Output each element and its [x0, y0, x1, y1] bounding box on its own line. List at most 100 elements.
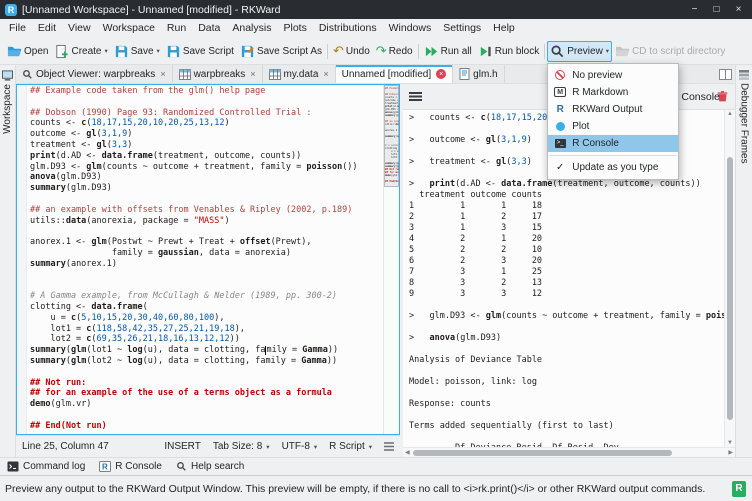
menu-analysis[interactable]: Analysis: [226, 19, 277, 38]
status-message: Preview any output to the RKWard Output …: [5, 483, 732, 495]
maximize-button[interactable]: □: [708, 4, 725, 15]
sidebar-tab-debugger-frames[interactable]: Debugger Frames: [738, 65, 751, 169]
menu-file[interactable]: File: [3, 19, 32, 38]
menu-data[interactable]: Data: [192, 19, 226, 38]
menu-workspace[interactable]: Workspace: [97, 19, 161, 38]
chevron-down-icon: ▾: [157, 47, 160, 55]
tab-my-data[interactable]: my.data ×: [263, 65, 336, 83]
tab-object-viewer-warpbreaks[interactable]: Object Viewer: warpbreaks ×: [16, 65, 173, 83]
object-viewer-icon: [22, 69, 33, 80]
editor-statusbar: Line 25, Column 47 INSERT Tab Size: 8▾ U…: [16, 435, 400, 457]
tab-warpbreaks[interactable]: warpbreaks ×: [173, 65, 263, 83]
rkward-output-icon: R: [554, 103, 566, 115]
chevron-down-icon: ▾: [266, 443, 269, 451]
tab-glm-h[interactable]: glm.h: [453, 65, 504, 83]
scroll-left-icon[interactable]: ◀: [405, 449, 410, 456]
toolview-command-log[interactable]: Command log: [7, 461, 85, 472]
scroll-up-icon[interactable]: ▲: [725, 111, 735, 117]
menu-item-update-as-you-type[interactable]: ✓ Update as you type: [548, 159, 678, 176]
tab-close-icon[interactable]: ×: [323, 69, 328, 79]
toolbar-separator: [327, 44, 328, 59]
save-script-icon: [166, 44, 181, 59]
toolview-help-search[interactable]: Help search: [176, 461, 244, 472]
open-button[interactable]: Open: [4, 41, 51, 62]
menu-edit[interactable]: Edit: [32, 19, 62, 38]
tab-label: Object Viewer: warpbreaks: [36, 69, 155, 80]
menu-distributions[interactable]: Distributions: [313, 19, 383, 38]
workspace-tab-label: Workspace: [2, 84, 13, 134]
menu-run[interactable]: Run: [161, 19, 192, 38]
scrollbar-handle[interactable]: [727, 157, 733, 420]
redo-button[interactable]: ↷ Redo: [373, 42, 416, 61]
right-dock-strip: Debugger Frames: [735, 65, 752, 457]
undo-button[interactable]: ↶ Undo: [330, 42, 373, 61]
r-engine-status-indicator: R: [732, 481, 746, 497]
sidebar-tab-workspace[interactable]: Workspace: [1, 65, 14, 139]
preview-icon: [550, 44, 565, 59]
tab-size-selector[interactable]: Tab Size: 8▾: [213, 441, 270, 452]
tab-close-icon[interactable]: ×: [250, 69, 255, 79]
menu-help[interactable]: Help: [487, 19, 521, 38]
tab-label: glm.h: [473, 69, 497, 80]
toolview-r-console[interactable]: R R Console: [99, 461, 162, 472]
encoding-selector[interactable]: UTF-8▾: [282, 441, 318, 452]
scrollbar-handle[interactable]: [413, 450, 672, 456]
no-preview-icon: [554, 69, 566, 81]
tab-label: warpbreaks: [194, 69, 246, 80]
scroll-right-icon[interactable]: ▶: [728, 449, 733, 456]
left-dock-strip: Workspace: [0, 65, 16, 457]
pane-menu-icon[interactable]: [409, 92, 422, 101]
editor-icon-border[interactable]: [17, 85, 27, 434]
menubar: File Edit View Workspace Run Data Analys…: [0, 19, 752, 38]
toolbar-separator: [418, 44, 419, 59]
script-file-icon: [459, 68, 470, 80]
close-button[interactable]: ×: [730, 4, 747, 15]
menu-item-plot[interactable]: Plot: [548, 118, 678, 135]
tab-unnamed-modified[interactable]: Unnamed [modified] ×: [336, 65, 454, 83]
menu-item-r-console[interactable]: >_ R Console: [548, 135, 678, 152]
minimap-view-handle[interactable]: [384, 85, 399, 187]
create-button[interactable]: Create ▾: [51, 41, 110, 62]
menu-windows[interactable]: Windows: [383, 19, 438, 38]
toolbar-separator: [544, 44, 545, 59]
tab-close-icon[interactable]: ×: [160, 69, 165, 79]
save-script-button[interactable]: Save Script: [163, 41, 237, 62]
run-all-icon: [424, 44, 439, 59]
scroll-down-icon[interactable]: ▼: [725, 440, 735, 446]
script-editor[interactable]: ## Example code taken from the glm() hel…: [27, 85, 383, 434]
vertical-scrollbar[interactable]: ▲ ▼: [724, 110, 735, 447]
minimize-button[interactable]: −: [686, 4, 703, 15]
menu-item-r-markdown[interactable]: M R Markdown: [548, 84, 678, 101]
save-button[interactable]: Save ▾: [111, 41, 163, 62]
preview-button-wrap: Preview ▾ No preview M R Markdown R RKWa…: [547, 41, 612, 62]
menu-settings[interactable]: Settings: [437, 19, 487, 38]
cursor-position[interactable]: Line 25, Column 47: [22, 441, 109, 452]
help-search-icon: [176, 461, 187, 472]
split-view-icon[interactable]: [715, 65, 735, 83]
rkward-app-icon: R: [5, 4, 17, 16]
run-block-button[interactable]: Run block: [475, 41, 542, 62]
titlebar[interactable]: R [Unnamed Workspace] - Unnamed [modifie…: [0, 0, 752, 19]
checkmark-icon: ✓: [554, 161, 566, 173]
tab-label: Unnamed [modified]: [342, 69, 432, 80]
chevron-down-icon: ▾: [104, 47, 107, 55]
editor-minimap[interactable]: ## Example code taken from the glm() hel…: [383, 85, 399, 434]
script-editor-column: ## Example code taken from the glm() hel…: [16, 84, 400, 457]
workspace-icon: [2, 70, 13, 81]
menu-item-no-preview[interactable]: No preview: [548, 67, 678, 84]
statusbar-menu-icon[interactable]: [384, 442, 394, 451]
menu-item-rkward-output[interactable]: R RKWard Output: [548, 101, 678, 118]
chevron-down-icon: ▾: [369, 443, 372, 451]
preview-button[interactable]: Preview ▾: [547, 41, 612, 62]
menu-plots[interactable]: Plots: [277, 19, 312, 38]
chevron-down-icon: ▾: [606, 47, 609, 55]
save-script-as-icon: [240, 44, 255, 59]
insert-mode-indicator[interactable]: INSERT: [164, 441, 201, 452]
syntax-mode-selector[interactable]: R Script▾: [329, 441, 372, 452]
run-all-button[interactable]: Run all: [421, 41, 475, 62]
horizontal-scrollbar[interactable]: ◀ ▶: [403, 447, 735, 457]
save-script-as-button[interactable]: Save Script As: [237, 41, 325, 62]
menu-view[interactable]: View: [62, 19, 97, 38]
document-modified-close-icon[interactable]: ×: [436, 69, 446, 79]
script-editor-frame: ## Example code taken from the glm() hel…: [16, 84, 400, 435]
